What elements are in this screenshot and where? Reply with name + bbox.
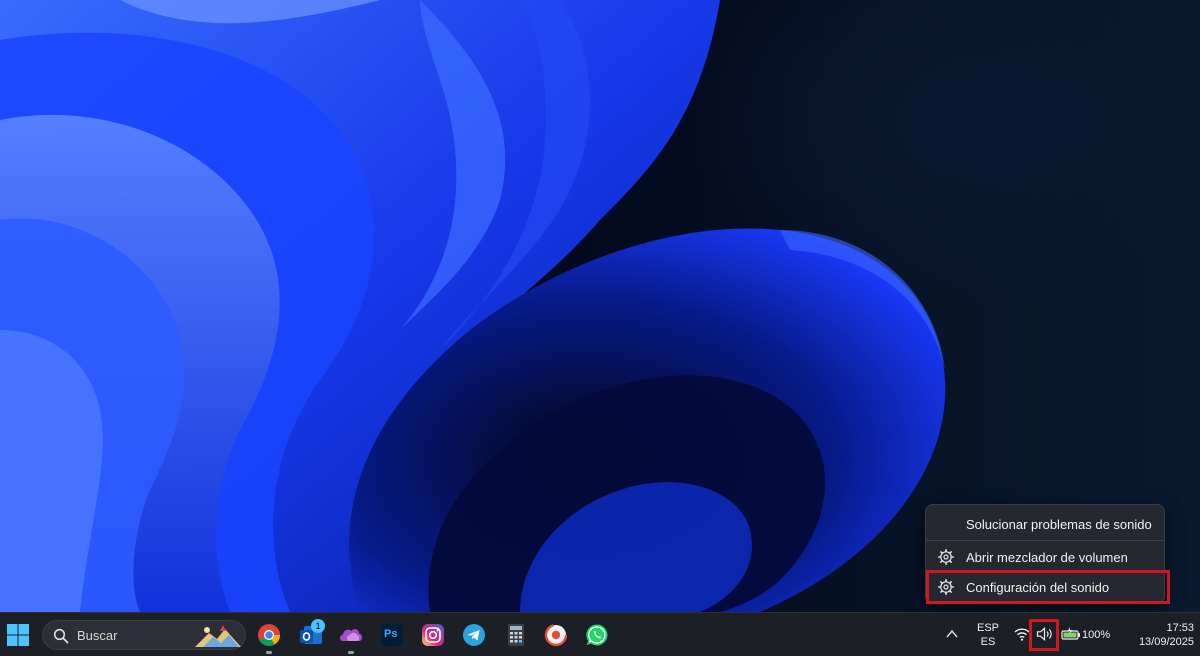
sound-context-menu: Solucionar problemas de sonido Abrir mez… bbox=[925, 504, 1170, 604]
battery-percent: 100% bbox=[1082, 629, 1111, 641]
instagram-icon[interactable] bbox=[420, 622, 446, 648]
screen-recorder-icon[interactable] bbox=[543, 622, 569, 648]
menu-item-label: Abrir mezclador de volumen bbox=[966, 549, 1128, 565]
search-box[interactable]: Buscar bbox=[42, 620, 246, 650]
volume-highlight-box bbox=[1029, 619, 1059, 651]
menu-item-label: Configuración del sonido bbox=[966, 579, 1110, 595]
wifi-icon[interactable] bbox=[1014, 627, 1030, 641]
clock-time: 17:53 bbox=[1166, 622, 1194, 634]
taskbar: Buscar 1 Ps ESP ES 100% 17:53 13/09/2025 bbox=[0, 612, 1200, 656]
running-indicator bbox=[266, 651, 272, 654]
language-code: ESP bbox=[976, 622, 999, 634]
menu-item-sound-settings[interactable]: Configuración del sonido bbox=[926, 570, 1170, 604]
running-indicator bbox=[348, 651, 354, 654]
search-icon bbox=[53, 628, 69, 644]
gear-icon bbox=[938, 579, 954, 595]
chrome-icon[interactable] bbox=[256, 622, 282, 654]
notification-badge: 1 bbox=[311, 619, 325, 633]
calculator-icon[interactable] bbox=[503, 622, 529, 648]
whatsapp-icon[interactable] bbox=[584, 622, 610, 648]
outlook-icon[interactable]: 1 bbox=[298, 619, 325, 648]
clock-date: 13/09/2025 bbox=[1138, 636, 1194, 648]
keyboard-layout: ES bbox=[980, 636, 996, 648]
photoshop-icon[interactable]: Ps bbox=[379, 622, 405, 648]
menu-item-troubleshoot-sound[interactable]: Solucionar problemas de sonido bbox=[926, 509, 1164, 539]
menu-separator bbox=[926, 540, 1164, 541]
chevron-up-icon[interactable] bbox=[946, 629, 958, 639]
telegram-icon[interactable] bbox=[461, 622, 487, 648]
clock[interactable]: 17:53 13/09/2025 bbox=[1120, 621, 1194, 649]
photoshop-label: Ps bbox=[384, 628, 398, 640]
onedrive-icon[interactable] bbox=[338, 622, 364, 654]
language-indicator[interactable]: ESP ES bbox=[973, 621, 1003, 649]
menu-item-open-volume-mixer[interactable]: Abrir mezclador de volumen bbox=[926, 542, 1164, 572]
search-highlight-illustration bbox=[195, 625, 241, 647]
gear-icon bbox=[938, 549, 954, 565]
search-placeholder: Buscar bbox=[77, 628, 118, 643]
windows-start-icon[interactable] bbox=[6, 623, 30, 647]
menu-item-label: Solucionar problemas de sonido bbox=[966, 516, 1152, 532]
battery-charging-icon[interactable] bbox=[1061, 627, 1081, 641]
